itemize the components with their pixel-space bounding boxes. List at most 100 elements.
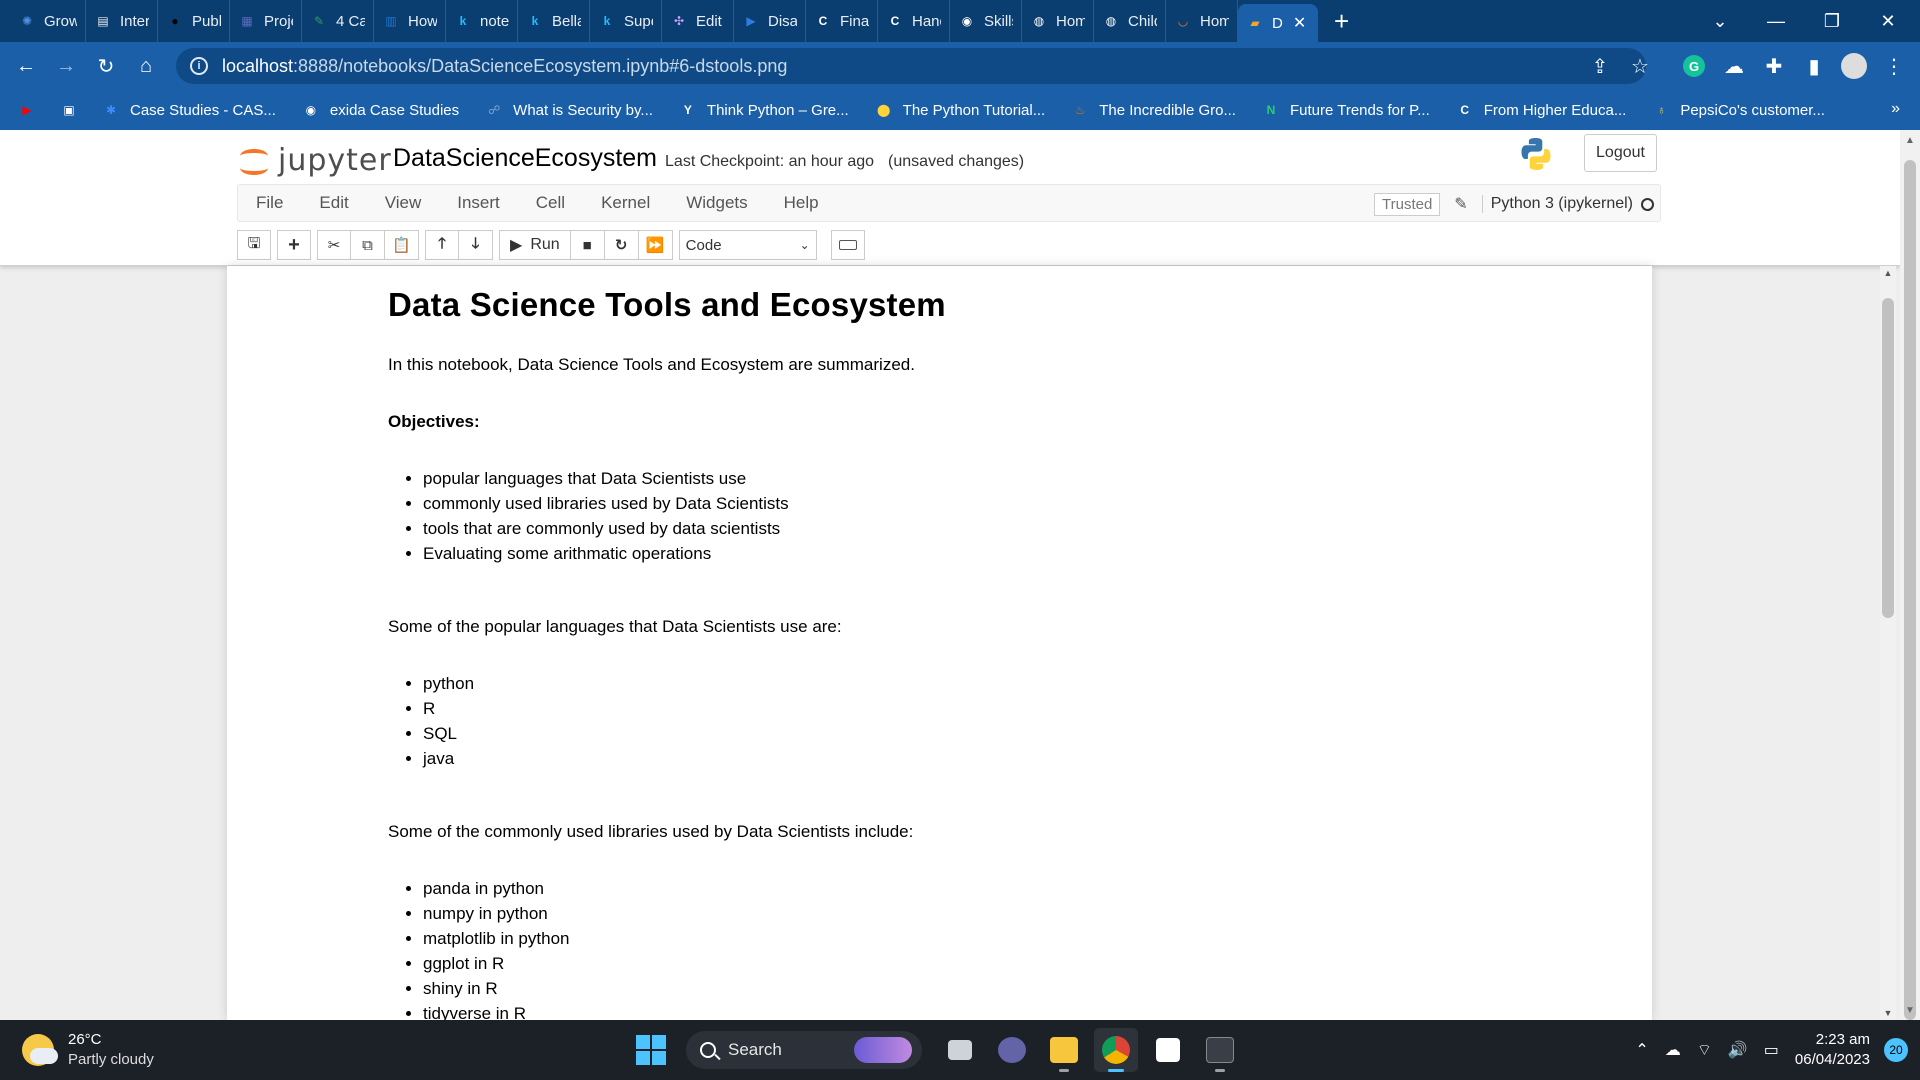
move-up-icon[interactable]: 🡑 <box>425 230 459 260</box>
browser-tab[interactable]: ◉ Skills <box>950 0 1022 42</box>
notebook-name[interactable]: DataScienceEcosystem <box>393 144 657 173</box>
menu-cell[interactable]: Cell <box>518 193 583 213</box>
clock[interactable]: 2:23 am 06/04/2023 <box>1795 1030 1870 1070</box>
start-button[interactable] <box>636 1035 666 1065</box>
restart-icon[interactable]: ↻ <box>604 230 639 260</box>
browser-tab[interactable]: ● Publis <box>158 0 230 42</box>
menu-kernel[interactable]: Kernel <box>583 193 668 213</box>
browser-tab[interactable]: C Final <box>806 0 878 42</box>
browser-tab[interactable]: knoteb <box>446 0 518 42</box>
close-window-icon[interactable]: ✕ <box>1860 0 1916 42</box>
weather-widget[interactable]: 26°C Partly cloudy <box>22 1030 154 1070</box>
back-icon[interactable]: ← <box>6 46 46 86</box>
move-down-icon[interactable]: 🡓 <box>459 230 493 260</box>
page-scrollbar[interactable]: ▲ ▼ <box>1900 130 1920 1020</box>
run-button[interactable]: ▶ Run <box>499 230 571 260</box>
menu-help[interactable]: Help <box>766 193 837 213</box>
browser-tab[interactable]: ◡ Home <box>1166 0 1238 42</box>
bookmark-item[interactable]: ▶ <box>18 101 46 119</box>
more-bookmarks-button[interactable]: » <box>1891 100 1900 118</box>
browser-tab[interactable]: ▰ D ✕ <box>1238 4 1318 42</box>
wifi-icon[interactable]: ⌔ <box>1697 1040 1712 1060</box>
notebook-scroll-thumb[interactable] <box>1882 298 1894 618</box>
notebook-scrollbar[interactable]: ▲ ▼ <box>1880 266 1896 1020</box>
kernel-name[interactable]: Python 3 (ipykernel) <box>1481 195 1633 213</box>
reload-icon[interactable]: ↻ <box>86 46 126 86</box>
pencil-icon[interactable]: ✎ <box>1454 194 1467 214</box>
menu-insert[interactable]: Insert <box>439 193 518 213</box>
restart-run-all-icon[interactable]: ⏩ <box>638 230 673 260</box>
paste-icon[interactable]: 📋 <box>385 230 419 260</box>
browser-menu-icon[interactable]: ⋮ <box>1874 46 1914 86</box>
browser-tab[interactable]: ✣ Edit | <box>662 0 734 42</box>
menu-widgets[interactable]: Widgets <box>668 193 765 213</box>
minimize-icon[interactable]: — <box>1748 0 1804 42</box>
scroll-up-icon[interactable]: ▲ <box>1880 266 1896 280</box>
interrupt-icon[interactable]: ■ <box>570 230 605 260</box>
store-icon[interactable] <box>1146 1028 1190 1072</box>
browser-tab[interactable]: k Bellab <box>518 0 590 42</box>
home-icon[interactable]: ⌂ <box>126 46 166 86</box>
profile-avatar[interactable] <box>1834 46 1874 86</box>
browser-tab[interactable]: ◍ Child <box>1094 0 1166 42</box>
terminal-icon[interactable] <box>1198 1028 1242 1072</box>
share-icon[interactable]: ⇪ <box>1580 46 1620 86</box>
grammarly-extension-icon[interactable]: G <box>1674 46 1714 86</box>
task-view-icon[interactable] <box>938 1028 982 1072</box>
browser-tab[interactable]: ▤ Interv <box>86 0 158 42</box>
browser-tab[interactable]: ◍ Home <box>1022 0 1094 42</box>
browser-tab[interactable]: ▦ Projec <box>230 0 302 42</box>
trusted-badge[interactable]: Trusted <box>1374 192 1441 216</box>
jupyter-logo[interactable]: jupyter <box>240 140 392 180</box>
menu-file[interactable]: File <box>238 193 301 213</box>
bookmark-item[interactable]: ♁ PepsiCo's customer... <box>1652 101 1825 119</box>
onedrive-icon[interactable]: ☁ <box>1665 1040 1681 1060</box>
video-call-icon[interactable] <box>990 1028 1034 1072</box>
forward-icon[interactable]: → <box>46 46 86 86</box>
browser-tab[interactable]: ✺ Grow <box>0 0 86 42</box>
chevron-up-icon[interactable]: ⌃ <box>1635 1040 1648 1060</box>
bookmark-item[interactable]: ☍ What is Security by... <box>485 101 653 119</box>
logout-button[interactable]: Logout <box>1584 134 1657 172</box>
volume-icon[interactable]: 🔊 <box>1728 1040 1748 1060</box>
bookmark-item[interactable]: ▣ <box>60 101 88 119</box>
notification-badge[interactable]: 20 <box>1884 1038 1908 1062</box>
side-panel-icon[interactable]: ▮ <box>1794 46 1834 86</box>
battery-icon[interactable]: ▭ <box>1764 1040 1779 1060</box>
markdown-cell[interactable]: Data Science Tools and Ecosystem In this… <box>388 286 1588 1020</box>
page-scroll-down-icon[interactable]: ▼ <box>1900 1002 1920 1018</box>
bookmark-item[interactable]: ⬤ The Python Tutorial... <box>875 101 1045 119</box>
bookmark-item[interactable]: C From Higher Educa... <box>1456 101 1626 119</box>
site-info-icon[interactable]: i <box>190 57 208 75</box>
page-scroll-up-icon[interactable]: ▲ <box>1900 132 1920 148</box>
copy-icon[interactable]: ⧉ <box>351 230 385 260</box>
bookmark-item[interactable]: N Future Trends for P... <box>1262 101 1430 119</box>
browser-tab[interactable]: ✎ 4 Cas <box>302 0 374 42</box>
page-scroll-thumb[interactable] <box>1904 160 1916 1020</box>
close-tab-icon[interactable]: ✕ <box>1293 13 1306 33</box>
restore-icon[interactable]: ❐ <box>1804 0 1860 42</box>
tab-search-icon[interactable]: ⌄ <box>1692 0 1748 42</box>
bookmark-item[interactable]: Y Think Python – Gre... <box>679 101 849 119</box>
browser-tab[interactable]: C Hand <box>878 0 950 42</box>
browser-tab[interactable]: ▥ How- <box>374 0 446 42</box>
cut-icon[interactable]: ✂ <box>317 230 351 260</box>
browser-tab[interactable]: ▶ Disast <box>734 0 806 42</box>
cell-type-select[interactable]: Code ⌄ <box>678 230 817 260</box>
keyboard-shortcuts-icon[interactable] <box>830 230 865 260</box>
new-tab-button[interactable]: + <box>1318 0 1365 42</box>
insert-cell-icon[interactable]: + <box>277 230 311 260</box>
menu-view[interactable]: View <box>367 193 440 213</box>
scroll-down-icon[interactable]: ▼ <box>1880 1006 1896 1020</box>
menu-edit[interactable]: Edit <box>301 193 366 213</box>
cloud-extension-icon[interactable]: ☁ <box>1714 46 1754 86</box>
bookmark-item[interactable]: ✱ Case Studies - CAS... <box>102 101 276 119</box>
bookmark-star-icon[interactable]: ☆ <box>1620 46 1660 86</box>
extensions-puzzle-icon[interactable]: ✚ <box>1754 46 1794 86</box>
bookmark-item[interactable]: ♨ The Incredible Gro... <box>1071 101 1236 119</box>
taskbar-search[interactable]: Search <box>686 1031 922 1069</box>
save-icon[interactable]: 🖫 <box>237 230 271 260</box>
browser-tab[interactable]: k Super <box>590 0 662 42</box>
bookmark-item[interactable]: ◉ exida Case Studies <box>302 101 460 119</box>
chrome-taskbar-icon[interactable] <box>1094 1028 1138 1072</box>
